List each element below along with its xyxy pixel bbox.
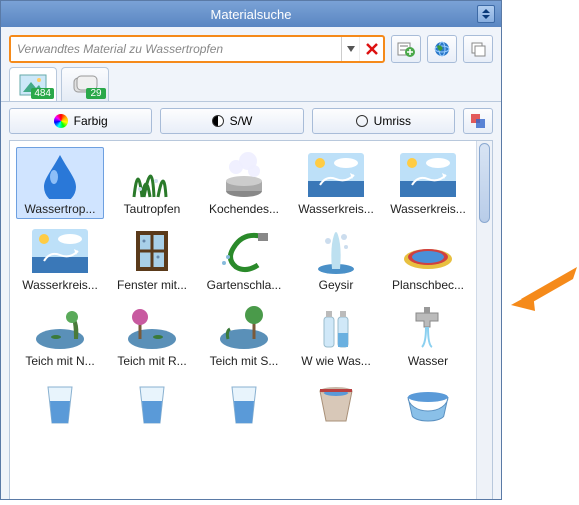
outline-circle-icon bbox=[356, 115, 368, 127]
tabs-row: 484 29 bbox=[1, 67, 501, 102]
thumbnail-icon bbox=[397, 226, 459, 276]
thumbnail-icon bbox=[121, 378, 183, 428]
grid-item-label: W wie Was... bbox=[295, 354, 377, 368]
filter-outline-label: Umriss bbox=[374, 114, 411, 128]
grid-item-label: Teich mit N... bbox=[19, 354, 101, 368]
grid-item-label: Teich mit R... bbox=[111, 354, 193, 368]
tab-other-count: 29 bbox=[86, 88, 106, 99]
grid-item-label: Teich mit S... bbox=[203, 354, 285, 368]
grid-item[interactable]: Wasser bbox=[384, 299, 472, 371]
color-wheel-icon bbox=[54, 114, 68, 128]
thumbnail-icon bbox=[213, 226, 275, 276]
grid-item-label: Wasser bbox=[387, 354, 469, 368]
thumbnail-icon bbox=[213, 150, 275, 200]
thumbnail-icon bbox=[121, 302, 183, 352]
chevron-down-icon bbox=[347, 46, 355, 52]
thumbnail-icon bbox=[397, 378, 459, 428]
thumbnail-icon bbox=[29, 302, 91, 352]
thumbnail-icon bbox=[121, 226, 183, 276]
filter-row: Farbig S/W Umriss bbox=[1, 102, 501, 140]
grid-item[interactable]: Wasserkreis... bbox=[292, 147, 380, 219]
thumbnail-icon bbox=[29, 378, 91, 428]
grid-item-label: Kochendes... bbox=[203, 202, 285, 216]
thumbnail-icon bbox=[29, 150, 91, 200]
grid-item[interactable]: Wasserkreis... bbox=[384, 147, 472, 219]
thumbnail-icon bbox=[213, 378, 275, 428]
tab-images-count: 484 bbox=[31, 88, 54, 99]
titlebar: Materialsuche bbox=[1, 1, 501, 27]
bw-circle-icon bbox=[212, 115, 224, 127]
grid-item[interactable]: Planschbec... bbox=[384, 223, 472, 295]
filter-bw-label: S/W bbox=[230, 114, 253, 128]
filter-bw-button[interactable]: S/W bbox=[160, 108, 303, 134]
grid-item-label: Fenster mit... bbox=[111, 278, 193, 292]
grid-item[interactable] bbox=[200, 375, 288, 433]
grid-item-label: Tautropfen bbox=[111, 202, 193, 216]
grid-item[interactable]: Wassertrop... bbox=[16, 147, 104, 219]
callout-arrow-icon bbox=[509, 265, 579, 315]
thumbnail-icon bbox=[305, 378, 367, 428]
grid-item[interactable]: Geysir bbox=[292, 223, 380, 295]
thumbnail-icon bbox=[397, 150, 459, 200]
updown-icon bbox=[481, 9, 491, 19]
scrollbar-thumb[interactable] bbox=[479, 143, 490, 223]
search-input[interactable] bbox=[11, 37, 341, 61]
material-search-panel: Materialsuche 484 bbox=[0, 0, 502, 500]
thumbnail-icon bbox=[305, 150, 367, 200]
grid-item-label: Geysir bbox=[295, 278, 377, 292]
results-grid: Wassertrop... Tautropfen Kochendes... Wasse… bbox=[10, 141, 476, 500]
thumbnail-icon bbox=[121, 150, 183, 200]
grid-item-label: Wasserkreis... bbox=[19, 278, 101, 292]
grid-item[interactable]: Teich mit N... bbox=[16, 299, 104, 371]
grid-item[interactable]: Gartenschla... bbox=[200, 223, 288, 295]
copy-button[interactable] bbox=[463, 35, 493, 63]
grid-item[interactable]: W wie Was... bbox=[292, 299, 380, 371]
thumbnail-icon bbox=[397, 302, 459, 352]
results-area: Wassertrop... Tautropfen Kochendes... Wasse… bbox=[9, 140, 493, 500]
thumbnail-icon bbox=[29, 226, 91, 276]
grid-item[interactable]: Teich mit R... bbox=[108, 299, 196, 371]
thumbnail-icon bbox=[305, 226, 367, 276]
grid-item[interactable] bbox=[16, 375, 104, 433]
grid-item[interactable]: Wasserkreis... bbox=[16, 223, 104, 295]
panel-title: Materialsuche bbox=[211, 7, 292, 22]
globe-icon bbox=[434, 41, 450, 57]
search-row bbox=[1, 27, 501, 67]
web-button[interactable] bbox=[427, 35, 457, 63]
grid-item-label: Wasserkreis... bbox=[387, 202, 469, 216]
collapse-button[interactable] bbox=[477, 5, 495, 23]
thumbnail-icon bbox=[305, 302, 367, 352]
grid-item-label: Wassertrop... bbox=[19, 202, 101, 216]
grid-item-label: Planschbec... bbox=[387, 278, 469, 292]
tab-images[interactable]: 484 bbox=[9, 67, 57, 101]
layers-icon bbox=[470, 113, 486, 129]
filter-layers-button[interactable] bbox=[463, 108, 493, 134]
grid-item[interactable] bbox=[292, 375, 380, 433]
clear-search-button[interactable] bbox=[359, 37, 383, 61]
filter-outline-button[interactable]: Umriss bbox=[312, 108, 455, 134]
add-button[interactable] bbox=[391, 35, 421, 63]
thumbnail-icon bbox=[213, 302, 275, 352]
search-dropdown-button[interactable] bbox=[341, 37, 359, 61]
grid-item-label: Wasserkreis... bbox=[295, 202, 377, 216]
grid-item-label: Gartenschla... bbox=[203, 278, 285, 292]
grid-item[interactable]: Fenster mit... bbox=[108, 223, 196, 295]
filter-color-label: Farbig bbox=[74, 114, 108, 128]
x-icon bbox=[366, 43, 378, 55]
search-box bbox=[9, 35, 385, 63]
grid-item[interactable]: Tautropfen bbox=[108, 147, 196, 219]
stack-icon bbox=[470, 41, 486, 57]
tab-other[interactable]: 29 bbox=[61, 67, 109, 101]
grid-item[interactable] bbox=[108, 375, 196, 433]
grid-item[interactable]: Teich mit S... bbox=[200, 299, 288, 371]
sheet-plus-icon bbox=[397, 41, 415, 57]
scrollbar[interactable] bbox=[476, 141, 492, 500]
filter-color-button[interactable]: Farbig bbox=[9, 108, 152, 134]
grid-item[interactable] bbox=[384, 375, 472, 433]
grid-item[interactable]: Kochendes... bbox=[200, 147, 288, 219]
